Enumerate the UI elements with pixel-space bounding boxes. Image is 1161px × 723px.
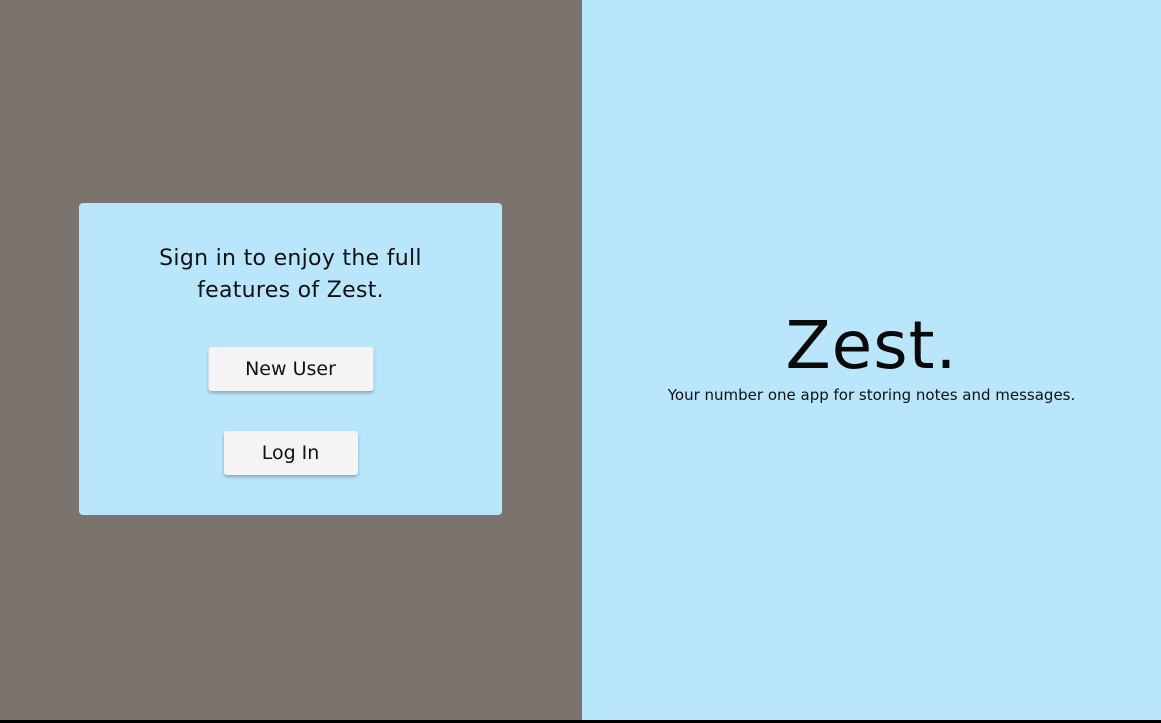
brand-pane: Zest. Your number one app for storing no…	[582, 0, 1161, 720]
login-button[interactable]: Log In	[223, 431, 358, 475]
brand-block: Zest. Your number one app for storing no…	[582, 306, 1161, 404]
signin-message: Sign in to enjoy the full features of Ze…	[159, 246, 422, 303]
new-user-button[interactable]: New User	[208, 347, 373, 391]
app-page: Sign in to enjoy the full features of Ze…	[0, 0, 1161, 720]
signin-card: Sign in to enjoy the full features of Ze…	[79, 203, 502, 515]
brand-tagline: Your number one app for storing notes an…	[667, 386, 1076, 404]
brand-title: Zest.	[785, 307, 958, 384]
signin-pane: Sign in to enjoy the full features of Ze…	[0, 0, 582, 720]
